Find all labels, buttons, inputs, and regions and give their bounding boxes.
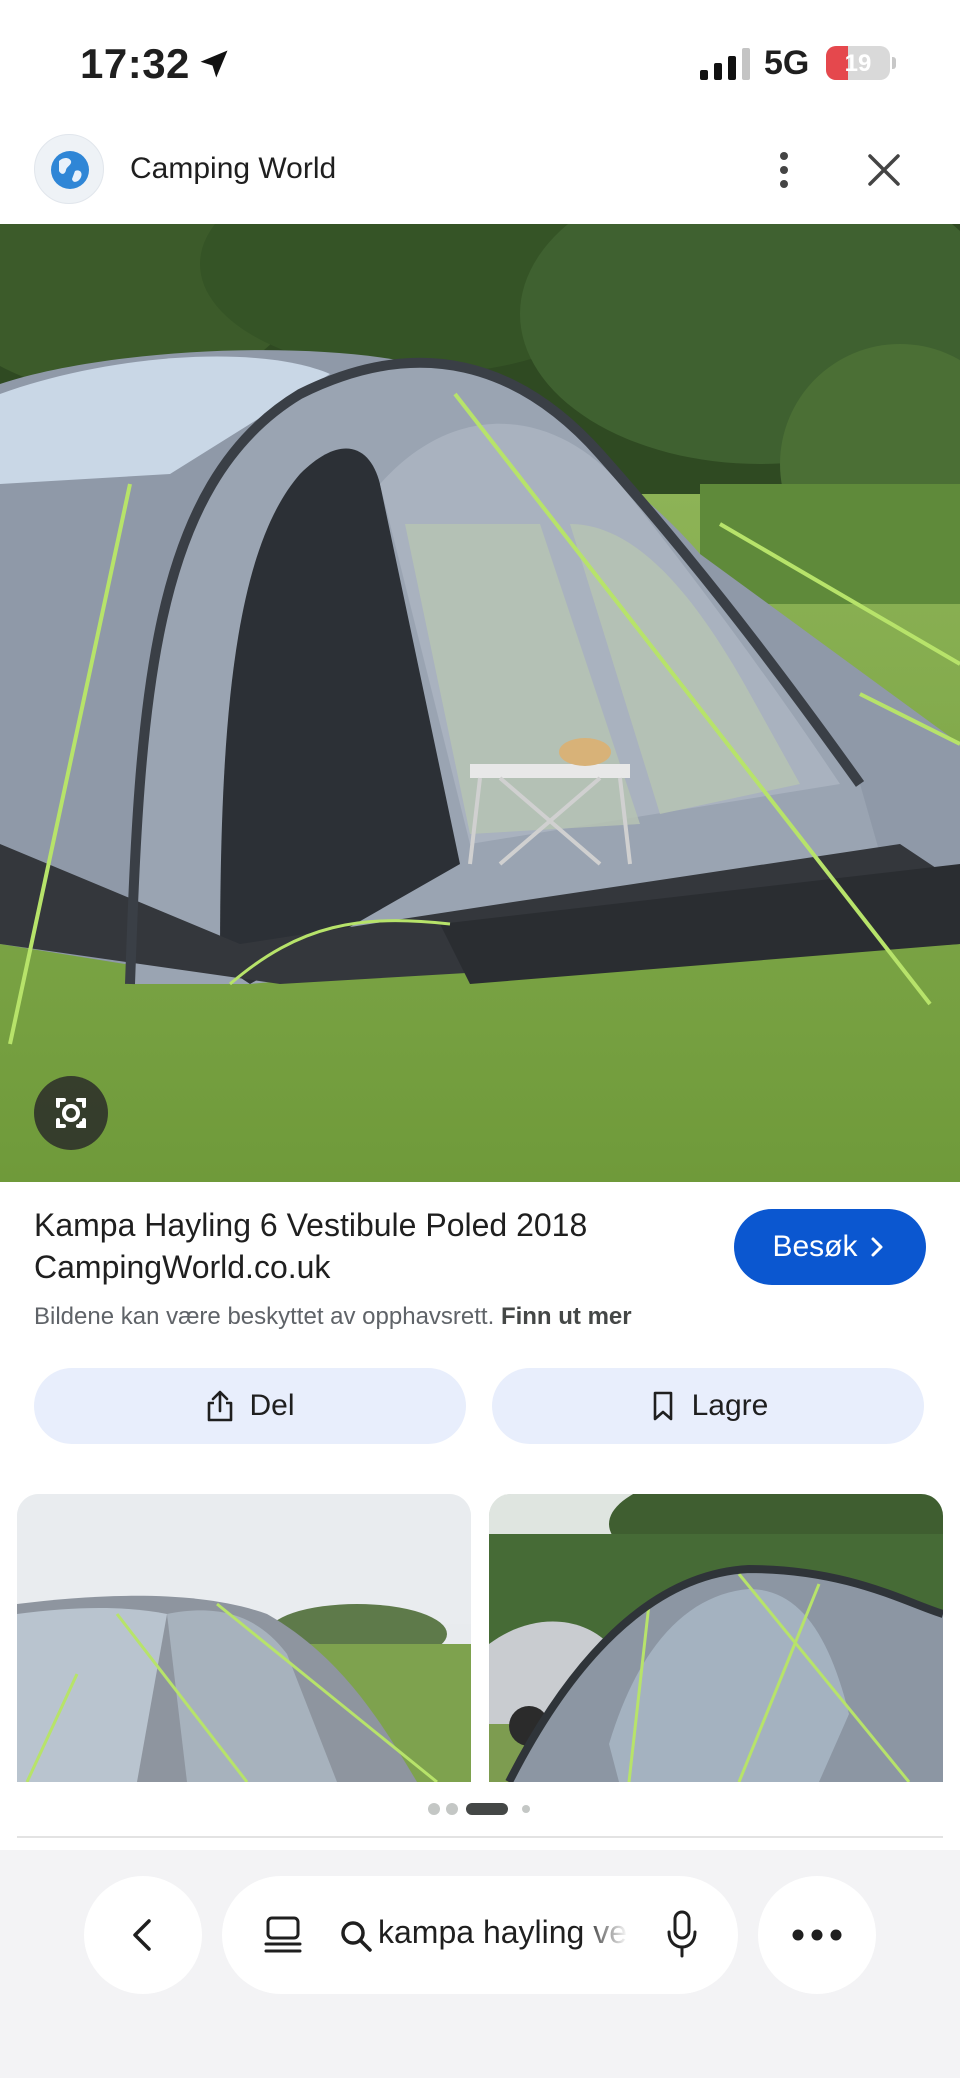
share-label: Del	[249, 1389, 295, 1422]
save-button[interactable]: Lagre	[492, 1368, 924, 1444]
visit-button[interactable]: Besøk	[734, 1209, 926, 1285]
carousel-indicator	[428, 1803, 530, 1815]
chevron-right-icon	[871, 1237, 883, 1257]
tabs-icon[interactable]	[262, 1914, 304, 1956]
site-name[interactable]: Camping World	[130, 152, 336, 186]
battery-icon: 19	[826, 46, 896, 80]
learn-more-link[interactable]: Finn ut mer	[501, 1303, 632, 1330]
back-button[interactable]	[84, 1876, 202, 1994]
battery-level: 19	[844, 50, 872, 77]
chevron-left-icon	[133, 1919, 151, 1951]
copyright-notice: Bildene kan være beskyttet av opphavsret…	[34, 1303, 632, 1331]
result-info: Kampa Hayling 6 Vestibule Poled 2018 Cam…	[34, 1204, 714, 1288]
carousel-dot	[446, 1803, 458, 1815]
search-bar[interactable]: kampa hayling vestibule	[222, 1876, 738, 1994]
globe-icon[interactable]	[34, 134, 104, 204]
result-title[interactable]: Kampa Hayling 6 Vestibule Poled 2018	[34, 1204, 714, 1246]
share-icon	[208, 1390, 233, 1422]
divider	[17, 1836, 943, 1838]
main-image[interactable]	[0, 224, 960, 1182]
copyright-text: Bildene kan være beskyttet av opphavsret…	[34, 1303, 495, 1330]
search-query[interactable]: kampa hayling vestibule	[378, 1914, 628, 1951]
status-time: 17:32	[80, 40, 190, 87]
related-image[interactable]	[17, 1494, 471, 1782]
more-horiz-icon	[792, 1929, 842, 1941]
network-type: 5G	[764, 44, 810, 82]
more-button[interactable]	[758, 1876, 876, 1994]
carousel-dot	[428, 1803, 440, 1815]
visit-label: Besøk	[772, 1230, 858, 1263]
more-vert-icon[interactable]	[766, 148, 802, 192]
carousel-dot-active	[466, 1803, 508, 1815]
status-bar: 17:32 5G 19	[0, 0, 960, 128]
related-image[interactable]	[489, 1494, 943, 1782]
bookmark-icon	[653, 1391, 672, 1421]
save-label: Lagre	[691, 1389, 769, 1422]
close-icon[interactable]	[862, 148, 906, 192]
google-lens-icon[interactable]	[34, 1076, 108, 1150]
location-arrow-icon	[200, 50, 228, 78]
share-button[interactable]: Del	[34, 1368, 466, 1444]
search-icon	[341, 1921, 372, 1952]
carousel-dot	[522, 1805, 530, 1813]
source-header: Camping World	[0, 128, 960, 224]
cellular-signal-icon	[700, 48, 750, 80]
result-domain[interactable]: CampingWorld.co.uk	[34, 1246, 714, 1288]
mic-icon[interactable]	[664, 1908, 700, 1960]
